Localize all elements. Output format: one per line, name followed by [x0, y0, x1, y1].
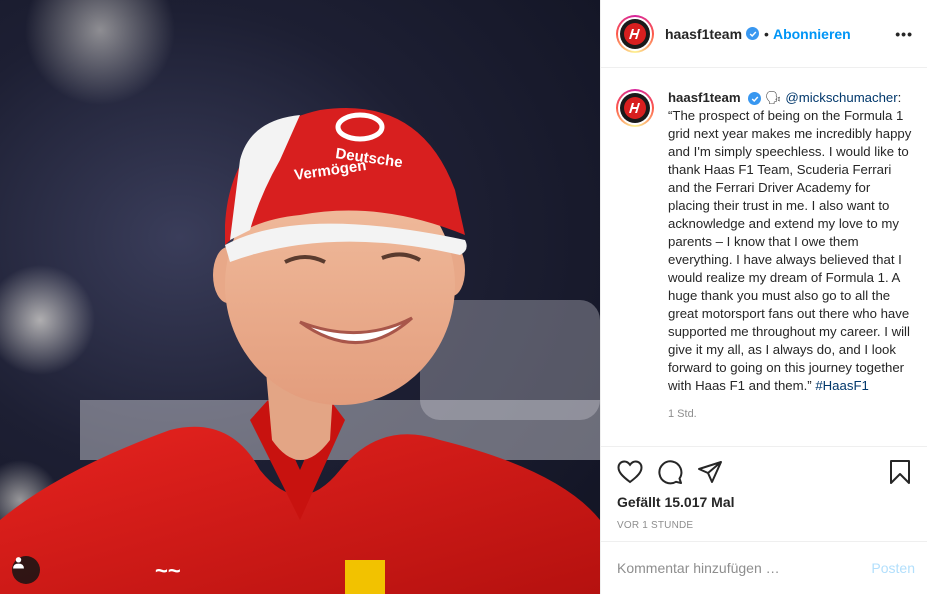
- caption-text: haasf1team 🗣 @mickschumacher: “The prosp…: [668, 89, 913, 395]
- header-username[interactable]: haasf1team: [665, 26, 742, 42]
- post-header: haasf1team • Abonnieren •••: [601, 0, 927, 68]
- like-heart-icon[interactable]: [617, 460, 643, 484]
- separator-dot: •: [764, 25, 769, 42]
- share-send-icon[interactable]: [697, 460, 723, 484]
- verified-badge-icon: [746, 27, 760, 40]
- caption: haasf1team 🗣 @mickschumacher: “The prosp…: [616, 89, 913, 395]
- haas-logo-icon: [620, 93, 650, 123]
- add-comment-bar: Posten: [601, 541, 927, 594]
- caption-username[interactable]: haasf1team: [668, 90, 741, 105]
- caption-area: haasf1team 🗣 @mickschumacher: “The prosp…: [601, 69, 927, 446]
- follow-button[interactable]: Abonnieren: [773, 26, 851, 42]
- haas-logo-icon: [620, 18, 650, 49]
- avatar[interactable]: [616, 14, 654, 53]
- action-icons: [617, 457, 911, 487]
- photo-illustration: Deutsche Vermögen ~~: [0, 0, 600, 594]
- post-comment-button[interactable]: Posten: [871, 560, 915, 576]
- speaking-head-emoji: 🗣: [764, 90, 782, 105]
- tagged-user-button[interactable]: [12, 556, 40, 584]
- post-photo[interactable]: Deutsche Vermögen ~~: [0, 0, 600, 594]
- comment-bubble-icon[interactable]: [657, 459, 683, 485]
- post-detail-panel: haasf1team • Abonnieren ••• haasf1team 🗣…: [600, 0, 927, 594]
- verified-badge-icon: [748, 92, 762, 106]
- shirt-brand-logo: ~~: [155, 558, 181, 583]
- caption-avatar[interactable]: [616, 89, 654, 127]
- comment-input[interactable]: [617, 560, 862, 576]
- bookmark-icon[interactable]: [889, 459, 911, 485]
- action-bar: Gefällt 15.017 Mal VOR 1 STUNDE: [601, 446, 927, 541]
- posted-time[interactable]: VOR 1 STUNDE: [617, 520, 911, 531]
- likes-count[interactable]: Gefällt 15.017 Mal: [617, 494, 911, 510]
- more-options-button[interactable]: •••: [895, 26, 913, 42]
- caption-timestamp[interactable]: 1 Std.: [668, 408, 913, 420]
- caption-body: : “The prospect of being on the Formula …: [668, 90, 912, 393]
- hashtag-link[interactable]: #HaasF1: [815, 378, 869, 393]
- mention-link[interactable]: @mickschumacher: [785, 90, 897, 105]
